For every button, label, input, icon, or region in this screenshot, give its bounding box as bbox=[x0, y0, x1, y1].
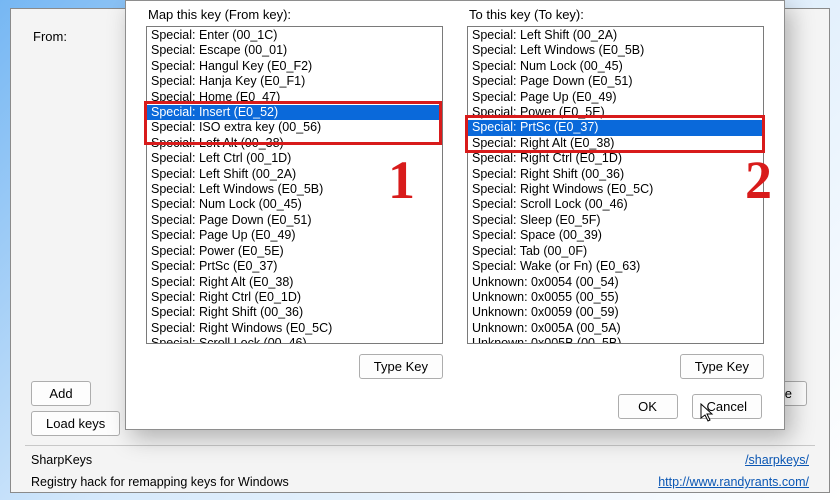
list-item[interactable]: Special: Right Ctrl (E0_1D) bbox=[147, 290, 442, 305]
list-item[interactable]: Special: Page Down (E0_51) bbox=[468, 74, 763, 89]
list-item[interactable]: Special: Hanja Key (E0_F1) bbox=[147, 74, 442, 89]
to-key-label: To this key (To key): bbox=[469, 7, 764, 22]
list-item[interactable]: Special: Scroll Lock (00_46) bbox=[468, 197, 763, 212]
list-item[interactable]: Special: Page Up (E0_49) bbox=[147, 228, 442, 243]
product-name: SharpKeys bbox=[31, 453, 92, 467]
type-key-from-button[interactable]: Type Key bbox=[359, 354, 443, 379]
list-item[interactable]: Special: Right Windows (E0_5C) bbox=[147, 321, 442, 336]
from-key-label: Map this key (From key): bbox=[148, 7, 443, 22]
sharpkeys-link[interactable]: /sharpkeys/ bbox=[745, 453, 809, 467]
randyrants-link[interactable]: http://www.randyrants.com/ bbox=[658, 475, 809, 489]
list-item[interactable]: Unknown: 0x005A (00_5A) bbox=[468, 321, 763, 336]
list-item[interactable]: Special: Tab (00_0F) bbox=[468, 244, 763, 259]
list-item[interactable]: Special: Escape (00_01) bbox=[147, 43, 442, 58]
list-item[interactable]: Special: Right Windows (E0_5C) bbox=[468, 182, 763, 197]
list-item[interactable]: Special: Left Windows (E0_5B) bbox=[147, 182, 442, 197]
list-item[interactable]: Special: PrtSc (E0_37) bbox=[468, 120, 763, 135]
list-item[interactable]: Special: Left Shift (00_2A) bbox=[468, 28, 763, 43]
list-item[interactable]: Special: PrtSc (E0_37) bbox=[147, 259, 442, 274]
list-item[interactable]: Special: Right Alt (E0_38) bbox=[468, 136, 763, 151]
list-item[interactable]: Special: Power (E0_5E) bbox=[468, 105, 763, 120]
footer-divider bbox=[25, 445, 815, 446]
list-item[interactable]: Unknown: 0x0059 (00_59) bbox=[468, 305, 763, 320]
add-button[interactable]: Add bbox=[31, 381, 91, 406]
list-item[interactable]: Special: Right Shift (00_36) bbox=[468, 167, 763, 182]
list-item[interactable]: Special: Home (E0_47) bbox=[147, 90, 442, 105]
cancel-button[interactable]: Cancel bbox=[692, 394, 762, 419]
from-column-header: From: bbox=[33, 29, 67, 44]
tagline-text: Registry hack for remapping keys for Win… bbox=[31, 475, 289, 489]
list-item[interactable]: Special: Num Lock (00_45) bbox=[147, 197, 442, 212]
list-item[interactable]: Special: Right Shift (00_36) bbox=[147, 305, 442, 320]
list-item[interactable]: Special: ISO extra key (00_56) bbox=[147, 120, 442, 135]
list-item[interactable]: Special: Page Up (E0_49) bbox=[468, 90, 763, 105]
to-key-list[interactable]: Special: Left Shift (00_2A)Special: Left… bbox=[467, 26, 764, 344]
list-item[interactable]: Special: Scroll Lock (00_46) bbox=[147, 336, 442, 344]
ok-button[interactable]: OK bbox=[618, 394, 678, 419]
load-keys-button[interactable]: Load keys bbox=[31, 411, 120, 436]
list-item[interactable]: Special: Hangul Key (E0_F2) bbox=[147, 59, 442, 74]
list-item[interactable]: Special: Enter (00_1C) bbox=[147, 28, 442, 43]
list-item[interactable]: Special: Wake (or Fn) (E0_63) bbox=[468, 259, 763, 274]
list-item[interactable]: Special: Sleep (E0_5F) bbox=[468, 213, 763, 228]
list-item[interactable]: Special: Insert (E0_52) bbox=[147, 105, 442, 120]
list-item[interactable]: Special: Power (E0_5E) bbox=[147, 244, 442, 259]
list-item[interactable]: Special: Left Ctrl (00_1D) bbox=[147, 151, 442, 166]
list-item[interactable]: Special: Right Alt (E0_38) bbox=[147, 275, 442, 290]
list-item[interactable]: Special: Right Ctrl (E0_1D) bbox=[468, 151, 763, 166]
type-key-to-button[interactable]: Type Key bbox=[680, 354, 764, 379]
list-item[interactable]: Special: Left Shift (00_2A) bbox=[147, 167, 442, 182]
list-item[interactable]: Special: Page Down (E0_51) bbox=[147, 213, 442, 228]
from-key-list[interactable]: Special: Enter (00_1C)Special: Escape (0… bbox=[146, 26, 443, 344]
list-item[interactable]: Special: Left Alt (00_38) bbox=[147, 136, 442, 151]
list-item[interactable]: Unknown: 0x0055 (00_55) bbox=[468, 290, 763, 305]
list-item[interactable]: Special: Space (00_39) bbox=[468, 228, 763, 243]
list-item[interactable]: Unknown: 0x005B (00_5B) bbox=[468, 336, 763, 344]
list-item[interactable]: Unknown: 0x0054 (00_54) bbox=[468, 275, 763, 290]
list-item[interactable]: Special: Num Lock (00_45) bbox=[468, 59, 763, 74]
key-mapping-dialog: Map this key (From key): Special: Enter … bbox=[125, 0, 785, 430]
list-item[interactable]: Special: Left Windows (E0_5B) bbox=[468, 43, 763, 58]
